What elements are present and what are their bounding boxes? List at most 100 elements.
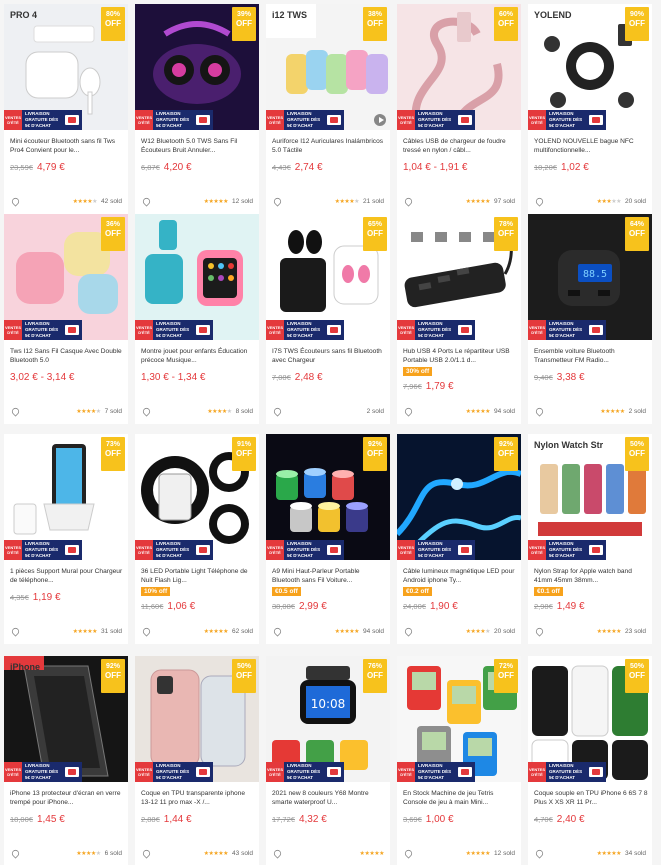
rating-stars: ★★★★★ — [76, 850, 101, 857]
product-image[interactable]: 50% OFF VENTES D'ÉTÉ LIVRAISON GRATUITE DÈS… — [528, 656, 652, 782]
product-card[interactable]: 88.5 64% OFF VENTES D'ÉTÉ LIVRAISON GRATUITE… — [528, 214, 652, 424]
price-row: 7,96€ 1,79 € — [403, 381, 454, 392]
wishlist-heart-icon[interactable] — [10, 625, 21, 637]
wishlist-heart-icon[interactable] — [141, 195, 152, 207]
wishlist-heart-icon[interactable] — [403, 625, 414, 637]
sold-count: 43 sold — [232, 849, 253, 857]
rating-stars: ★★★★★ — [465, 198, 491, 205]
discount-badge: 64% OFF — [625, 217, 649, 251]
product-title[interactable]: Câble lumineux magnétique LED pour Andro… — [403, 567, 517, 585]
wishlist-heart-icon[interactable] — [272, 405, 283, 417]
wishlist-heart-icon[interactable] — [141, 625, 152, 637]
product-title[interactable]: I7S TWS Écouteurs sans fil Bluetooth ave… — [272, 347, 386, 365]
product-title[interactable]: Hub USB 4 Ports Le répartiteur USB Porta… — [403, 347, 517, 365]
product-card[interactable]: 65% OFF VENTES D'ÉTÉ LIVRAISON GRATUITE DÈS… — [266, 214, 390, 424]
price-row: 9,40€ 3,38 € — [534, 372, 585, 383]
product-image[interactable]: Nylon Watch Str 50% OFF VENTES D'ÉTÉ LIVRAIS… — [528, 434, 652, 560]
product-title[interactable]: iPhone 13 protecteur d'écran en verre tr… — [10, 789, 124, 807]
product-card[interactable]: i12 TWS 38% OFF VENTES D'ÉTÉ LIVRAISON GRATU… — [266, 4, 390, 214]
product-card[interactable]: 36% OFF VENTES D'ÉTÉ LIVRAISON GRATUITE DÈS… — [4, 214, 128, 424]
product-card[interactable]: 10:08 76% OFF VENTES D'ÉTÉ LIVRAISON GRATUIT… — [266, 656, 390, 865]
product-image[interactable]: 50% OFF VENTES D'ÉTÉ LIVRAISON GRATUITE DÈS… — [135, 656, 259, 782]
product-title[interactable]: Coque souple en TPU iPhone 6 6S 7 8 Plus… — [534, 789, 648, 807]
sale-tag: VENTES D'ÉTÉ — [266, 320, 284, 340]
product-image[interactable]: VENTES D'ÉTÉ LIVRAISON GRATUITE DÈS 5€ D'… — [135, 214, 259, 340]
product-card[interactable]: VENTES D'ÉTÉ LIVRAISON GRATUITE DÈS 5€ D'… — [135, 214, 259, 424]
wishlist-heart-icon[interactable] — [403, 405, 414, 417]
rating-stars: ★★★★★ — [72, 628, 98, 635]
wishlist-heart-icon[interactable] — [10, 195, 21, 207]
product-card[interactable]: 92% OFF VENTES D'ÉTÉ LIVRAISON GRATUITE DÈS… — [266, 434, 390, 644]
product-title[interactable]: Câbles USB de chargeur de foudre tressé … — [403, 137, 517, 155]
product-image[interactable]: iPhone 92% OFF VENTES D'ÉTÉ LIVRAISON GRATUI… — [4, 656, 128, 782]
product-card[interactable]: 50% OFF VENTES D'ÉTÉ LIVRAISON GRATUITE DÈS… — [528, 656, 652, 865]
product-card[interactable]: 92% OFF VENTES D'ÉTÉ LIVRAISON GRATUITE DÈS… — [397, 434, 521, 644]
wishlist-heart-icon[interactable] — [534, 625, 545, 637]
product-card[interactable]: YOLEND 90% OFF VENTES D'ÉTÉ LIVRAISON GRATUI… — [528, 4, 652, 214]
product-title[interactable]: Nylon Strap for Apple watch band 41mm 45… — [534, 567, 648, 585]
card-footer: ★★★★★ 8 sold — [141, 405, 253, 417]
product-image[interactable]: 92% OFF VENTES D'ÉTÉ LIVRAISON GRATUITE DÈS… — [266, 434, 390, 560]
wishlist-heart-icon[interactable] — [10, 847, 21, 859]
product-title[interactable]: Tws I12 Sans Fil Casque Avec Double Blue… — [10, 347, 124, 365]
original-price: 7,96€ — [403, 382, 422, 391]
play-video-icon[interactable] — [374, 114, 386, 126]
wishlist-heart-icon[interactable] — [10, 405, 21, 417]
product-card[interactable]: Nylon Watch Str 50% OFF VENTES D'ÉTÉ LIVRAIS… — [528, 434, 652, 644]
wishlist-heart-icon[interactable] — [272, 625, 283, 637]
product-card[interactable]: 72% OFF VENTES D'ÉTÉ LIVRAISON GRATUITE DÈS… — [397, 656, 521, 865]
wishlist-heart-icon[interactable] — [403, 195, 414, 207]
product-title[interactable]: 36 LED Portable Light Téléphone de Nuit … — [141, 567, 255, 585]
product-image[interactable]: i12 TWS 38% OFF VENTES D'ÉTÉ LIVRAISON GRATU… — [266, 4, 390, 130]
truck-icon — [458, 545, 472, 555]
coupon-tag: 10% off — [141, 587, 171, 596]
product-card[interactable]: 78% OFF VENTES D'ÉTÉ LIVRAISON GRATUITE DÈS… — [397, 214, 521, 424]
price-row: 38,08€ 2,99 € — [272, 601, 327, 612]
wishlist-heart-icon[interactable] — [534, 847, 545, 859]
wishlist-heart-icon[interactable] — [403, 847, 414, 859]
free-shipping-banner: VENTES D'ÉTÉ LIVRAISON GRATUITE DÈS 5€ D'… — [528, 762, 606, 782]
product-title[interactable]: W12 Bluetooth 5.0 TWS Sans Fil Écouteurs… — [141, 137, 255, 155]
wishlist-heart-icon[interactable] — [534, 405, 545, 417]
price-row: 1,04 € - 1,91 € — [403, 162, 468, 173]
product-title[interactable]: Mini écouteur Bluetooth sans fil Tws Pro… — [10, 137, 124, 155]
product-image[interactable]: 72% OFF VENTES D'ÉTÉ LIVRAISON GRATUITE DÈS… — [397, 656, 521, 782]
product-card[interactable]: 73% OFF VENTES D'ÉTÉ LIVRAISON GRATUITE DÈS… — [4, 434, 128, 644]
product-card[interactable]: 39% OFF VENTES D'ÉTÉ LIVRAISON GRATUITE DÈS… — [135, 4, 259, 214]
product-card[interactable]: PRO 4 80% OFF VENTES D'ÉTÉ LIVRAISON GRATUIT… — [4, 4, 128, 214]
product-image[interactable]: 39% OFF VENTES D'ÉTÉ LIVRAISON GRATUITE DÈS… — [135, 4, 259, 130]
product-title[interactable]: Ensemble voiture Bluetooth Transmetteur … — [534, 347, 648, 365]
price-row: 3,02 € - 3,14 € — [10, 372, 75, 383]
product-image[interactable]: 36% OFF VENTES D'ÉTÉ LIVRAISON GRATUITE DÈS… — [4, 214, 128, 340]
card-footer: ★★★★★ 20 sold — [534, 195, 646, 207]
wishlist-heart-icon[interactable] — [141, 405, 152, 417]
wishlist-heart-icon[interactable] — [272, 847, 283, 859]
product-image[interactable]: 10:08 76% OFF VENTES D'ÉTÉ LIVRAISON GRATUIT… — [266, 656, 390, 782]
product-image[interactable]: 60% OFF VENTES D'ÉTÉ LIVRAISON GRATUITE DÈS… — [397, 4, 521, 130]
product-image[interactable]: 88.5 64% OFF VENTES D'ÉTÉ LIVRAISON GRATUITE… — [528, 214, 652, 340]
product-title[interactable]: Montre jouet pour enfants Éducation préc… — [141, 347, 255, 365]
product-title[interactable]: 1 pièces Support Mural pour Chargeur de … — [10, 567, 124, 585]
product-title[interactable]: YOLEND NOUVELLE bague NFC multifonctionn… — [534, 137, 648, 155]
product-card[interactable]: 60% OFF VENTES D'ÉTÉ LIVRAISON GRATUITE DÈS… — [397, 4, 521, 214]
product-image[interactable]: 65% OFF VENTES D'ÉTÉ LIVRAISON GRATUITE DÈS… — [266, 214, 390, 340]
product-image[interactable]: 78% OFF VENTES D'ÉTÉ LIVRAISON GRATUITE DÈS… — [397, 214, 521, 340]
shipping-text: LIVRAISON GRATUITE DÈS 5€ D'ACHAT — [156, 763, 190, 780]
product-image[interactable]: 73% OFF VENTES D'ÉTÉ LIVRAISON GRATUITE DÈS… — [4, 434, 128, 560]
product-image[interactable]: PRO 4 80% OFF VENTES D'ÉTÉ LIVRAISON GRATUIT… — [4, 4, 128, 130]
product-image[interactable]: YOLEND 90% OFF VENTES D'ÉTÉ LIVRAISON GRATUI… — [528, 4, 652, 130]
product-card[interactable]: 50% OFF VENTES D'ÉTÉ LIVRAISON GRATUITE DÈS… — [135, 656, 259, 865]
wishlist-heart-icon[interactable] — [534, 195, 545, 207]
product-image[interactable]: 92% OFF VENTES D'ÉTÉ LIVRAISON GRATUITE DÈS… — [397, 434, 521, 560]
product-title[interactable]: 2021 new 8 couleurs Y68 Montre smarte wa… — [272, 789, 386, 807]
product-title[interactable]: En Stock Machine de jeu Tetris Console d… — [403, 789, 517, 807]
product-card[interactable]: 91% OFF VENTES D'ÉTÉ LIVRAISON GRATUITE DÈS… — [135, 434, 259, 644]
product-title[interactable]: Coque en TPU transparente iphone 13-12 1… — [141, 789, 255, 807]
wishlist-heart-icon[interactable] — [141, 847, 152, 859]
product-image[interactable]: 91% OFF VENTES D'ÉTÉ LIVRAISON GRATUITE DÈS… — [135, 434, 259, 560]
product-title[interactable]: Auriforce I12 Auriculares Inalámbricos 5… — [272, 137, 386, 155]
product-card[interactable]: iPhone 92% OFF VENTES D'ÉTÉ LIVRAISON GRATUI… — [4, 656, 128, 865]
free-shipping-banner: VENTES D'ÉTÉ LIVRAISON GRATUITE DÈS 5€ D'… — [266, 762, 344, 782]
wishlist-heart-icon[interactable] — [272, 195, 283, 207]
product-title[interactable]: A9 Mini Haut-Parleur Portable Bluetooth … — [272, 567, 386, 585]
